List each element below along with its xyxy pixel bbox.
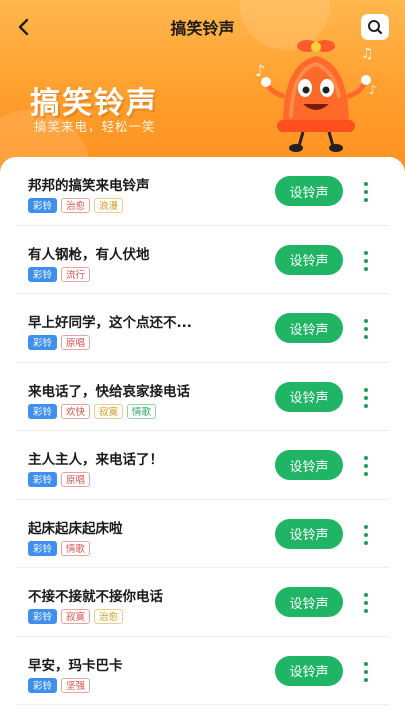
dot-icon (364, 258, 368, 263)
more-options-icon[interactable] (359, 453, 373, 479)
dot-icon (364, 532, 368, 537)
list-item[interactable]: 邦邦的搞笑来电铃声 彩铃 治愈 浪漫 设铃声 (16, 157, 389, 226)
tag-badge: 彩铃 (28, 472, 58, 487)
tag-badge: 情歌 (61, 540, 91, 556)
more-options-icon[interactable] (359, 590, 373, 616)
set-ringtone-button[interactable]: 设铃声 (275, 244, 343, 275)
dot-icon (364, 403, 368, 408)
ringtone-name: 早上好同学，这个点还不... (28, 315, 192, 331)
dot-icon (364, 182, 368, 186)
dot-icon (364, 456, 368, 460)
tag-badge: 彩铃 (28, 677, 58, 693)
ringtone-name: 不接不接就不接你电话 (28, 589, 163, 605)
dot-icon (364, 609, 368, 613)
tag-group: 彩铃 原唱 (28, 335, 91, 350)
ringtone-list: 邦邦的搞笑来电铃声 彩铃 治愈 浪漫 设铃声 有人钢枪，有人伏地 彩铃 流行 设铃声 早上好同学，… (0, 157, 405, 720)
set-ringtone-button[interactable]: 设铃声 (275, 313, 343, 343)
list-item[interactable]: 有人钢枪，有人伏地 彩铃 流行 设铃声 (16, 226, 389, 294)
chevron-left-icon (18, 18, 29, 36)
dot-icon (364, 335, 368, 339)
dot-icon (364, 593, 368, 597)
list-item[interactable]: 早安，玛卡巴卡 彩铃 坚强 设铃声 (16, 637, 389, 705)
tag-badge: 彩铃 (28, 540, 58, 556)
tag-badge: 治愈 (61, 198, 91, 213)
more-options-icon[interactable] (359, 385, 373, 411)
dot-icon (364, 464, 368, 468)
dot-icon (364, 540, 368, 545)
svg-text:♫: ♫ (361, 46, 374, 62)
tag-badge: 原唱 (61, 472, 91, 487)
dot-icon (364, 319, 368, 323)
dot-icon (364, 327, 368, 331)
more-options-icon[interactable] (359, 179, 373, 205)
page-title: 搞笑铃声 (170, 19, 235, 38)
tag-badge: 原唱 (61, 335, 91, 350)
ringtone-name: 邦邦的搞笑来电铃声 (28, 178, 150, 194)
tag-badge: 治愈 (94, 609, 124, 624)
tag-badge: 彩铃 (28, 198, 58, 213)
dot-icon (364, 524, 368, 529)
dot-icon (364, 601, 368, 605)
dot-icon (364, 677, 368, 682)
tag-group: 彩铃 欢快 寂寞 情歌 (28, 403, 157, 419)
dot-icon (364, 395, 368, 400)
ringtone-name: 主人主人，来电话了！ (28, 452, 163, 468)
dot-icon (364, 266, 368, 271)
ringtone-name: 有人钢枪，有人伏地 (28, 246, 150, 263)
tag-badge: 流行 (61, 266, 91, 282)
tag-badge: 彩铃 (28, 266, 58, 282)
tag-badge: 寂寞 (94, 403, 124, 419)
tag-group: 彩铃 治愈 浪漫 (28, 198, 124, 213)
svg-text:♪: ♪ (255, 61, 265, 80)
tag-group: 彩铃 流行 (28, 266, 91, 282)
ringtone-name: 早安，玛卡巴卡 (28, 657, 123, 674)
set-ringtone-button[interactable]: 设铃声 (275, 450, 343, 480)
list-item[interactable]: 来电话了，快给哀家接电话 彩铃 欢快 寂寞 情歌 设铃声 (16, 363, 389, 431)
dot-icon (364, 669, 368, 674)
ringtone-name: 起床起床起床啦 (28, 520, 123, 537)
list-item[interactable]: 起床起床起床啦 彩铃 情歌 设铃声 (16, 500, 389, 568)
set-ringtone-button[interactable]: 设铃声 (275, 518, 343, 549)
tag-group: 彩铃 原唱 (28, 472, 91, 487)
list-item[interactable]: 不接不接就不接你电话 彩铃 寂寞 治愈 设铃声 (16, 568, 389, 637)
list-item[interactable]: 早上好同学，这个点还不... 彩铃 原唱 设铃声 (16, 294, 389, 363)
tag-badge: 彩铃 (28, 609, 58, 624)
back-button[interactable] (10, 13, 38, 41)
tag-badge: 欢快 (61, 403, 91, 419)
more-options-icon[interactable] (359, 248, 373, 274)
more-options-icon[interactable] (359, 316, 373, 342)
set-ringtone-button[interactable]: 设铃声 (275, 587, 343, 617)
tag-badge: 坚强 (61, 677, 91, 693)
more-options-icon[interactable] (359, 522, 373, 548)
set-ringtone-button[interactable]: 设铃声 (275, 655, 343, 686)
dot-icon (364, 190, 368, 194)
tag-group: 彩铃 寂寞 治愈 (28, 609, 124, 624)
svg-text:♪: ♪ (369, 83, 377, 97)
dot-icon (364, 198, 368, 202)
set-ringtone-button[interactable]: 设铃声 (275, 176, 343, 206)
tag-badge: 情歌 (127, 403, 157, 419)
search-icon (368, 20, 383, 35)
more-options-icon[interactable] (359, 659, 373, 685)
dot-icon (364, 472, 368, 476)
dot-icon (364, 250, 368, 255)
hero-subtitle: 搞笑来电，轻松一笑 (34, 119, 156, 134)
dot-icon (364, 387, 368, 392)
tag-badge: 彩铃 (28, 335, 58, 350)
tag-badge: 浪漫 (94, 198, 124, 213)
tag-group: 彩铃 情歌 (28, 540, 91, 556)
bell-mascot-illustration: ♪ ♫ ♪ (255, 40, 377, 152)
dot-icon (364, 661, 368, 666)
tag-group: 彩铃 坚强 (28, 677, 91, 693)
tag-badge: 寂寞 (61, 609, 91, 624)
ringtone-name: 来电话了，快给哀家接电话 (28, 383, 190, 400)
set-ringtone-button[interactable]: 设铃声 (275, 381, 343, 412)
list-item[interactable]: 主人主人，来电话了！ 彩铃 原唱 设铃声 (16, 431, 389, 500)
tag-badge: 彩铃 (28, 403, 58, 419)
